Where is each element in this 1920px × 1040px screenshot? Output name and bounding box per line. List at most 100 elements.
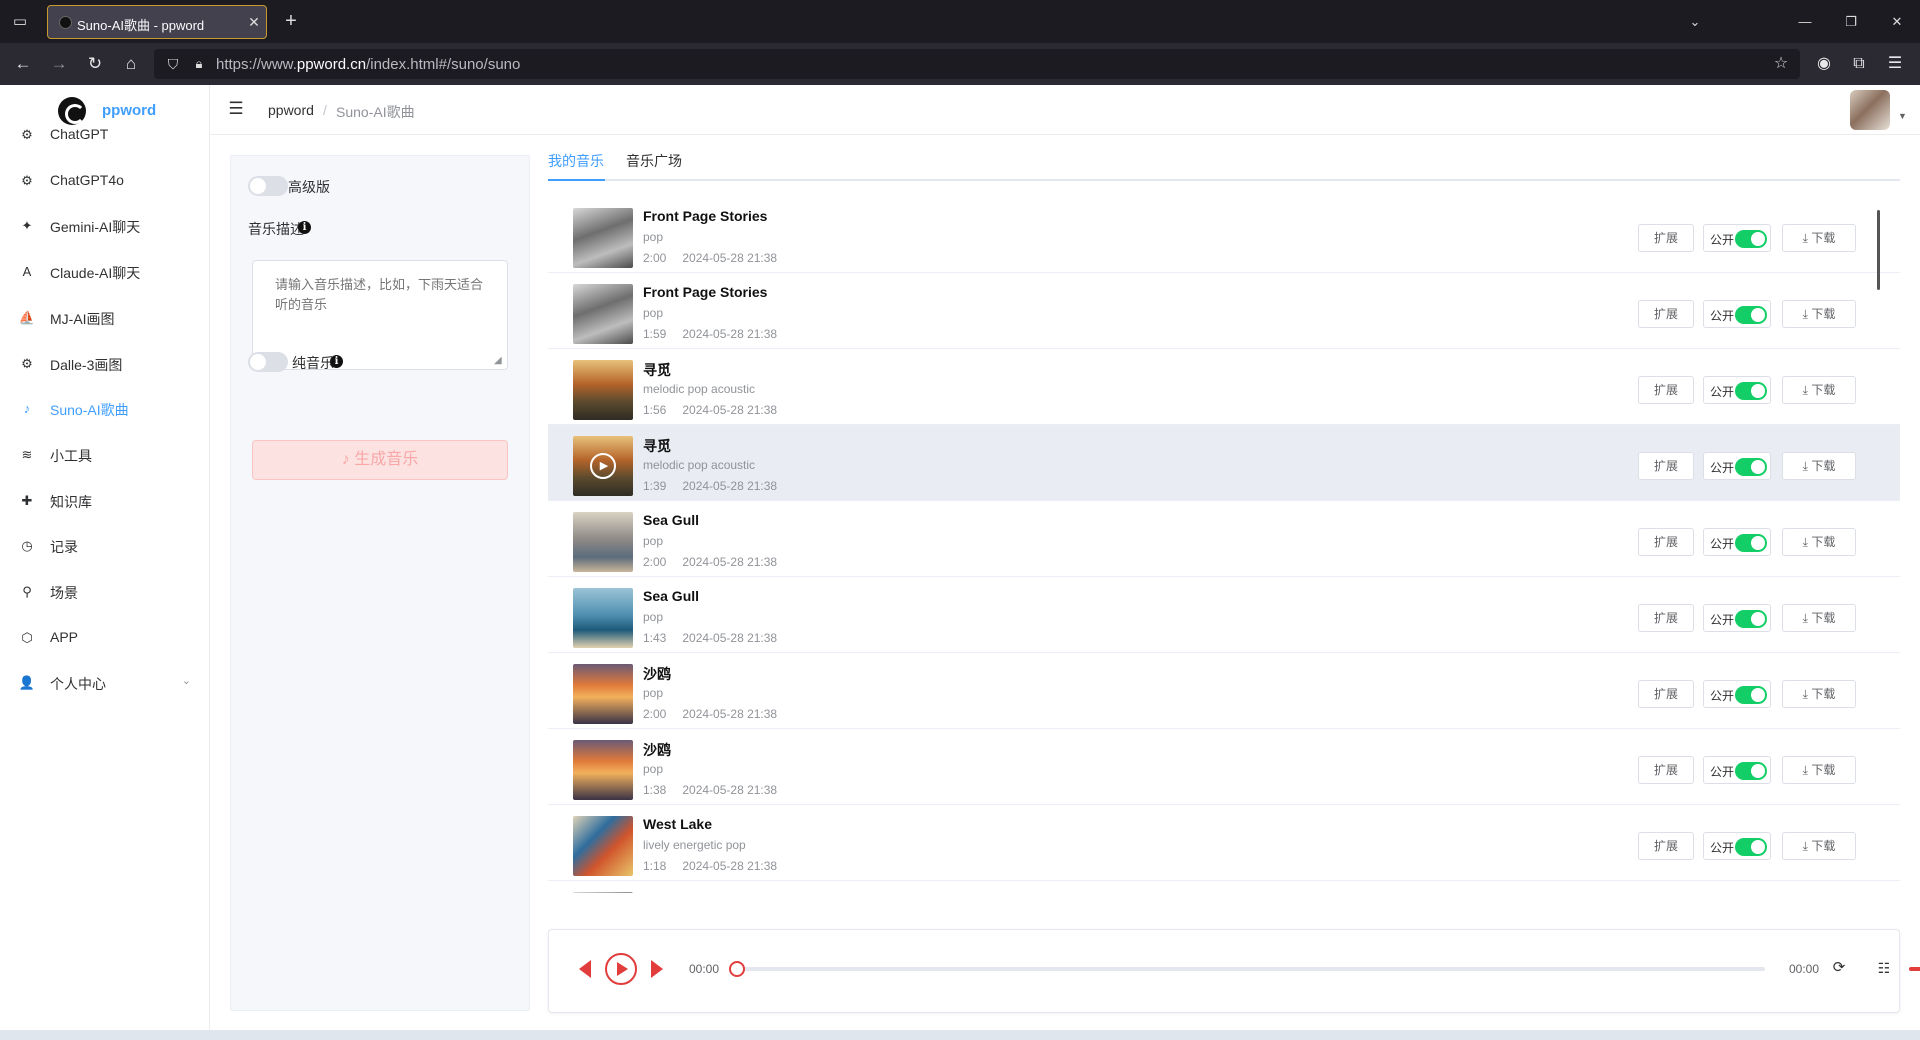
resize-grip-icon[interactable]: ◢ <box>494 356 504 366</box>
song-cover[interactable] <box>573 816 633 876</box>
public-toggle[interactable]: 公开 <box>1703 300 1771 328</box>
extend-button[interactable]: 扩展 <box>1638 224 1694 252</box>
song-row[interactable]: 沙鸥 pop 2:00 2024-05-28 21:38 扩展 公开 ⤓ 下载 <box>548 653 1900 729</box>
info-icon[interactable]: i <box>330 355 343 368</box>
url-bar[interactable]: ⛉ 🔒︎ https://www.ppword.cn/index.html#/s… <box>154 49 1800 79</box>
public-switch[interactable] <box>1735 306 1767 324</box>
volume-slider[interactable] <box>1909 967 1920 971</box>
public-switch[interactable] <box>1735 458 1767 476</box>
song-row[interactable]: 寻觅 melodic pop acoustic 1:56 2024-05-28 21:… <box>548 349 1900 425</box>
song-cover[interactable] <box>573 512 633 572</box>
chevron-down-icon[interactable]: ⌄ <box>182 674 191 687</box>
play-icon[interactable] <box>605 953 637 985</box>
url-text[interactable]: https://www.ppword.cn/index.html#/suno/s… <box>216 56 520 73</box>
download-button[interactable]: ⤓ 下载 <box>1782 680 1856 708</box>
avatar[interactable] <box>1850 90 1890 130</box>
scrollbar-thumb[interactable] <box>1877 210 1880 290</box>
new-tab-icon[interactable]: + <box>280 10 302 32</box>
breadcrumb-home[interactable]: ppword <box>268 102 314 118</box>
extend-button[interactable]: 扩展 <box>1638 528 1694 556</box>
song-row[interactable]: Front Page Stories pop 2:00 2024-05-28 21:3… <box>548 197 1900 273</box>
public-switch[interactable] <box>1735 534 1767 552</box>
sidebar-item[interactable]: 👤 个人中心 ⌄ <box>0 655 209 711</box>
equalizer-icon[interactable]: ☷ <box>1874 958 1894 978</box>
lock-icon[interactable]: 🔒︎ <box>190 54 208 74</box>
download-button[interactable]: ⤓ 下载 <box>1782 376 1856 404</box>
public-toggle[interactable]: 公开 <box>1703 452 1771 480</box>
play-icon[interactable]: ▶ <box>590 453 616 479</box>
song-row[interactable]: Sea Gull pop 1:43 2024-05-28 21:38 扩展 公开 ⤓ 下载 <box>548 577 1900 653</box>
previous-icon[interactable] <box>579 960 591 978</box>
download-button[interactable]: ⤓ 下载 <box>1782 224 1856 252</box>
caret-down-icon[interactable]: ▼ <box>1898 111 1907 121</box>
song-cover[interactable] <box>573 740 633 800</box>
download-button[interactable]: ⤓ 下载 <box>1782 756 1856 784</box>
tabs-dropdown-icon[interactable]: ⌄ <box>1672 0 1718 43</box>
public-switch[interactable] <box>1735 230 1767 248</box>
forward-icon[interactable]: → <box>46 51 72 77</box>
home-icon[interactable]: ⌂ <box>118 51 144 77</box>
song-cover[interactable] <box>573 892 633 893</box>
song-cover[interactable] <box>573 284 633 344</box>
public-toggle[interactable]: 公开 <box>1703 680 1771 708</box>
info-icon[interactable]: i <box>298 221 311 234</box>
song-row[interactable]: ▶ 寻觅 melodic pop acoustic 1:39 2024-05-28 21… <box>548 425 1900 501</box>
loop-icon[interactable]: ⟳ <box>1829 958 1849 978</box>
song-row[interactable]: Sea Gull pop 2:00 2024-05-28 21:38 扩展 公开 ⤓ 下载 <box>548 501 1900 577</box>
song-row[interactable]: West Lake lively energetic pop 1:18 2024-05… <box>548 805 1900 881</box>
song-row[interactable]: West Lake扩展公开⤓ 下载 <box>548 881 1900 893</box>
progress-handle[interactable] <box>729 961 745 977</box>
song-row[interactable]: Front Page Stories pop 1:59 2024-05-28 21:3… <box>548 273 1900 349</box>
download-button[interactable]: ⤓ 下载 <box>1782 832 1856 860</box>
back-icon[interactable]: ← <box>10 51 36 77</box>
collapse-menu-icon[interactable]: ☰ <box>226 99 246 119</box>
download-button[interactable]: ⤓ 下载 <box>1782 604 1856 632</box>
song-row[interactable]: 沙鸥 pop 1:38 2024-05-28 21:38 扩展 公开 ⤓ 下载 <box>548 729 1900 805</box>
extend-button[interactable]: 扩展 <box>1638 604 1694 632</box>
public-toggle[interactable]: 公开 <box>1703 376 1771 404</box>
public-switch[interactable] <box>1735 382 1767 400</box>
download-button[interactable]: ⤓ 下载 <box>1782 452 1856 480</box>
account-icon[interactable]: ◉ <box>1811 51 1837 77</box>
song-cover[interactable] <box>573 588 633 648</box>
restore-icon[interactable]: ❐ <box>1828 0 1874 43</box>
song-cover[interactable] <box>573 208 633 268</box>
extend-button[interactable]: 扩展 <box>1638 376 1694 404</box>
bookmark-star-icon[interactable]: ☆ <box>1770 53 1792 75</box>
reload-icon[interactable]: ↻ <box>82 51 108 77</box>
extend-button[interactable]: 扩展 <box>1638 300 1694 328</box>
browser-tab[interactable]: Suno-AI歌曲 - ppword ✕ <box>47 5 267 39</box>
song-cover[interactable] <box>573 360 633 420</box>
public-toggle[interactable]: 公开 <box>1703 832 1771 860</box>
tab-music-square[interactable]: 音乐广场 <box>626 151 682 171</box>
extend-button[interactable]: 扩展 <box>1638 452 1694 480</box>
public-toggle[interactable]: 公开 <box>1703 224 1771 252</box>
progress-bar[interactable] <box>729 961 1765 977</box>
public-switch[interactable] <box>1735 610 1767 628</box>
next-icon[interactable] <box>651 960 663 978</box>
extend-button[interactable]: 扩展 <box>1638 756 1694 784</box>
public-toggle[interactable]: 公开 <box>1703 604 1771 632</box>
instrumental-switch[interactable] <box>248 352 288 372</box>
close-tab-icon[interactable]: ✕ <box>245 13 263 31</box>
shield-icon[interactable]: ⛉ <box>164 54 182 74</box>
tab-my-music[interactable]: 我的音乐 <box>548 151 604 171</box>
generate-music-button[interactable]: ♪ 生成音乐 <box>252 440 508 480</box>
public-toggle[interactable]: 公开 <box>1703 756 1771 784</box>
song-cover[interactable] <box>573 664 633 724</box>
public-switch[interactable] <box>1735 838 1767 856</box>
public-switch[interactable] <box>1735 762 1767 780</box>
public-toggle[interactable]: 公开 <box>1703 528 1771 556</box>
music-description-input[interactable] <box>252 260 508 370</box>
extend-button[interactable]: 扩展 <box>1638 680 1694 708</box>
menu-icon[interactable]: ☰ <box>1882 51 1908 77</box>
minimize-icon[interactable]: — <box>1782 0 1828 43</box>
advanced-switch[interactable] <box>248 176 288 196</box>
download-button[interactable]: ⤓ 下载 <box>1782 300 1856 328</box>
extensions-icon[interactable]: ⧉ <box>1846 51 1872 77</box>
download-button[interactable]: ⤓ 下载 <box>1782 528 1856 556</box>
tab-list-icon[interactable]: ▭ <box>10 12 30 32</box>
close-window-icon[interactable]: ✕ <box>1874 0 1920 43</box>
extend-button[interactable]: 扩展 <box>1638 832 1694 860</box>
public-switch[interactable] <box>1735 686 1767 704</box>
